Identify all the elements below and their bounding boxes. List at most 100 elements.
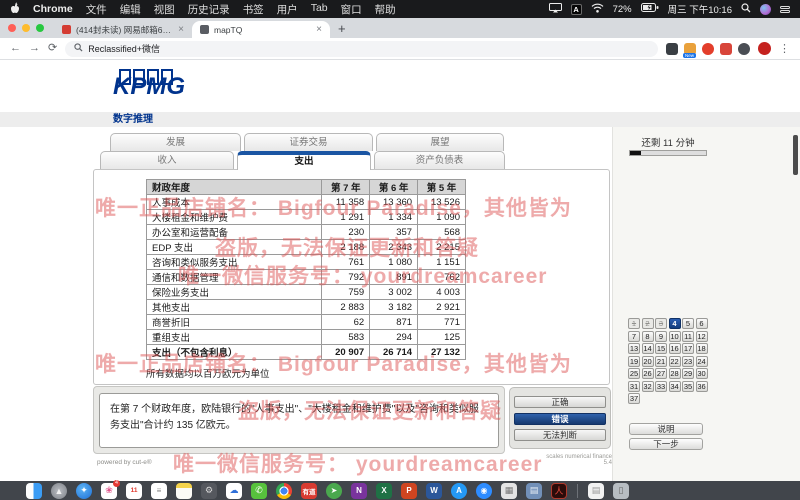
menubar-item[interactable]: 用户: [277, 2, 298, 17]
question-cell-27[interactable]: 27: [655, 368, 667, 379]
appstore-dock-icon[interactable]: A: [451, 483, 467, 499]
excel-dock-icon[interactable]: X: [376, 483, 392, 499]
question-cell-13[interactable]: 13: [628, 343, 640, 354]
question-cell-26[interactable]: 26: [642, 368, 654, 379]
control-center-icon[interactable]: [780, 6, 790, 13]
reminders-dock-icon[interactable]: ≡: [151, 483, 167, 499]
menubar-item[interactable]: 书签: [243, 2, 264, 17]
chrome-dock-icon[interactable]: [276, 483, 292, 499]
zoom-window-button[interactable]: [36, 24, 44, 32]
back-button[interactable]: ←: [10, 43, 21, 54]
menubar-item[interactable]: 视图: [154, 2, 175, 17]
question-cell-31[interactable]: 31: [628, 381, 640, 392]
bluebox-dock-icon[interactable]: ▤: [526, 483, 542, 499]
question-cell-10[interactable]: 10: [669, 331, 681, 342]
word-dock-icon[interactable]: W: [426, 483, 442, 499]
close-tab-icon[interactable]: ×: [316, 25, 322, 35]
menubar-item[interactable]: 窗口: [341, 2, 362, 17]
notes-dock-icon[interactable]: [176, 483, 192, 499]
extension-colorful-icon[interactable]: New: [684, 43, 696, 55]
close-window-button[interactable]: [8, 24, 16, 32]
answer-button-3[interactable]: 无法判断: [514, 429, 606, 441]
question-cell-5[interactable]: 5: [682, 318, 694, 329]
wifi-icon[interactable]: [591, 3, 604, 16]
question-cell-3[interactable]: 3: [655, 318, 667, 329]
question-cell-22[interactable]: 22: [669, 356, 681, 367]
forward-button[interactable]: →: [29, 43, 40, 54]
trash-dock-icon[interactable]: ▯: [613, 483, 629, 499]
netdisk-dock-icon[interactable]: ☁: [226, 483, 242, 499]
question-cell-36[interactable]: 36: [696, 381, 708, 392]
calendar-dock-icon[interactable]: 11: [126, 483, 142, 499]
next-button[interactable]: 下一步: [629, 438, 703, 450]
menubar-item[interactable]: 历史记录: [188, 2, 230, 17]
tab-证券交易[interactable]: 证券交易: [244, 133, 373, 151]
instructions-button[interactable]: 说明: [629, 423, 703, 435]
question-cell-21[interactable]: 21: [655, 356, 667, 367]
tab-发展[interactable]: 发展: [110, 133, 241, 151]
scrollbar-thumb[interactable]: [793, 135, 798, 175]
question-cell-16[interactable]: 16: [669, 343, 681, 354]
question-cell-17[interactable]: 17: [682, 343, 694, 354]
question-cell-9[interactable]: 9: [655, 331, 667, 342]
safari-dock-icon[interactable]: ✦: [76, 483, 92, 499]
input-source-icon[interactable]: A: [571, 4, 582, 15]
question-cell-35[interactable]: 35: [682, 381, 694, 392]
extension-red-square-icon[interactable]: [720, 43, 732, 55]
question-cell-18[interactable]: 18: [696, 343, 708, 354]
reload-button[interactable]: ⟳: [48, 43, 57, 54]
question-cell-1[interactable]: 1: [628, 318, 640, 329]
question-cell-32[interactable]: 32: [642, 381, 654, 392]
question-cell-14[interactable]: 14: [642, 343, 654, 354]
question-cell-6[interactable]: 6: [696, 318, 708, 329]
question-cell-24[interactable]: 24: [696, 356, 708, 367]
menubar-item[interactable]: 编辑: [120, 2, 141, 17]
question-cell-2[interactable]: 2: [642, 318, 654, 329]
menubar-clock[interactable]: 周三 下午10:16: [668, 2, 732, 16]
apple-menu-icon[interactable]: [10, 2, 20, 17]
question-cell-19[interactable]: 19: [628, 356, 640, 367]
zoom-dock-icon[interactable]: ◉: [476, 483, 492, 499]
question-cell-23[interactable]: 23: [682, 356, 694, 367]
question-cell-4[interactable]: 4: [669, 318, 681, 329]
preview-dock-icon[interactable]: ▦: [501, 483, 517, 499]
menubar-item[interactable]: Tab: [311, 2, 328, 17]
extension-dark-icon[interactable]: [666, 43, 678, 55]
question-cell-11[interactable]: 11: [682, 331, 694, 342]
menubar-item[interactable]: 帮助: [375, 2, 396, 17]
profile-avatar[interactable]: [758, 42, 771, 55]
question-cell-15[interactable]: 15: [655, 343, 667, 354]
youdao-dock-icon[interactable]: 有道: [301, 483, 317, 499]
minimize-window-button[interactable]: [22, 24, 30, 32]
tab-展望[interactable]: 展望: [376, 133, 504, 151]
siri-icon[interactable]: [760, 4, 771, 15]
browser-tab[interactable]: mapTQ×: [192, 21, 330, 38]
powerpoint-dock-icon[interactable]: P: [401, 483, 417, 499]
question-cell-8[interactable]: 8: [642, 331, 654, 342]
question-cell-29[interactable]: 29: [682, 368, 694, 379]
launchpad-dock-icon[interactable]: ▲: [51, 483, 67, 499]
photos-dock-icon[interactable]: ❀4: [101, 483, 117, 499]
close-tab-icon[interactable]: ×: [178, 25, 184, 35]
question-cell-34[interactable]: 34: [669, 381, 681, 392]
finder-dock-icon[interactable]: [26, 483, 42, 499]
question-cell-33[interactable]: 33: [655, 381, 667, 392]
question-cell-25[interactable]: 25: [628, 368, 640, 379]
new-tab-button[interactable]: +: [338, 21, 346, 36]
address-bar[interactable]: Reclassified+微信: [65, 41, 658, 57]
wechat-dock-icon[interactable]: ✆: [251, 483, 267, 499]
question-cell-37[interactable]: 37: [628, 393, 640, 404]
question-cell-20[interactable]: 20: [642, 356, 654, 367]
question-cell-28[interactable]: 28: [669, 368, 681, 379]
menubar-app-name[interactable]: Chrome: [33, 3, 73, 15]
question-cell-7[interactable]: 7: [628, 331, 640, 342]
onenote-dock-icon[interactable]: N: [351, 483, 367, 499]
screen-mirroring-icon[interactable]: [549, 3, 562, 16]
tab-收入[interactable]: 收入: [100, 151, 234, 169]
tab-支出[interactable]: 支出: [237, 151, 371, 170]
browser-menu-icon[interactable]: ⋮: [779, 42, 790, 55]
question-cell-30[interactable]: 30: [696, 368, 708, 379]
tab-资产负债表[interactable]: 资产负债表: [374, 151, 505, 169]
paperplane-dock-icon[interactable]: ➤: [326, 483, 342, 499]
document-dock-icon[interactable]: ▤: [588, 483, 604, 499]
